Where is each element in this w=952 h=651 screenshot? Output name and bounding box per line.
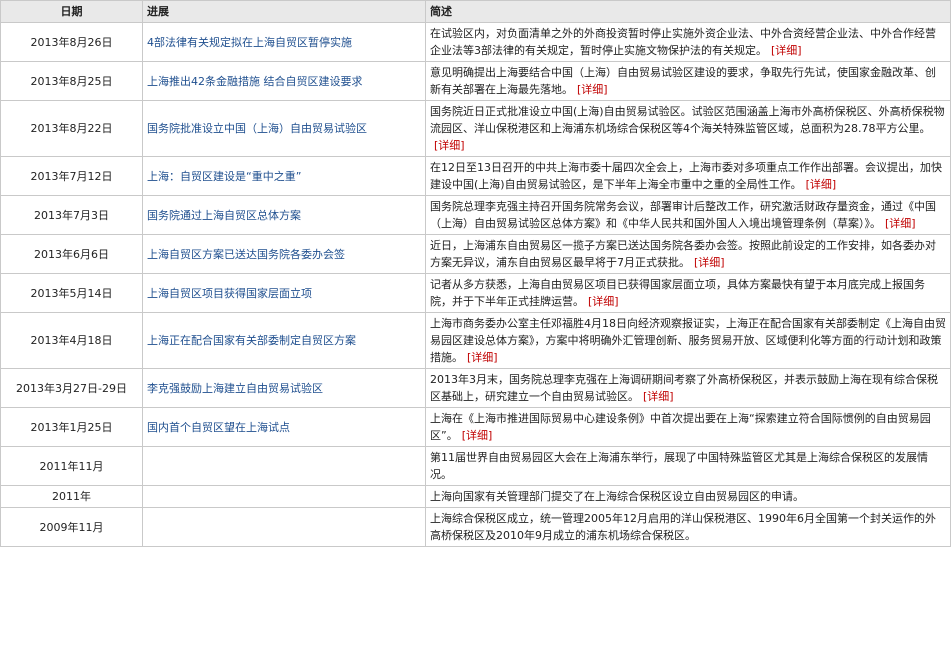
row-date: 2013年7月12日 bbox=[0, 156, 143, 196]
table-header: 日期 进展 简述 bbox=[0, 0, 951, 23]
table-row: 2011年11月 第11届世界自由贸易园区大会在上海浦东举行，展现了中国特殊监管区… bbox=[0, 446, 951, 486]
row-progress-cell: 上海正在配合国家有关部委制定自贸区方案 bbox=[142, 312, 426, 369]
row-summary-cell: 上海综合保税区成立，统一管理2005年12月启用的洋山保税港区、1990年6月全… bbox=[425, 507, 951, 547]
row-summary: 在试验区内，对负面清单之外的外商投资暂时停止实施外资企业法、中外合资经营企业法、… bbox=[430, 27, 936, 57]
row-progress-cell: 国内首个自贸区望在上海试点 bbox=[142, 407, 426, 447]
detail-link[interactable]: [详细] bbox=[577, 83, 608, 96]
row-summary-cell: 2013年3月末，国务院总理李克强在上海调研期间考察了外高桥保税区，并表示鼓励上… bbox=[425, 368, 951, 408]
row-summary-cell: 国务院近日正式批准设立中国(上海)自由贸易试验区。试验区范围涵盖上海市外高桥保税… bbox=[425, 100, 951, 157]
row-progress-link[interactable]: 上海：自贸区建设是“重中之重” bbox=[147, 170, 301, 183]
table-row: 2013年4月18日 上海正在配合国家有关部委制定自贸区方案 上海市商务委办公室主任… bbox=[0, 312, 951, 369]
row-summary: 记者从多方获悉，上海自由贸易区项目已获得国家层面立项，具体方案最快有望于本月底完… bbox=[430, 278, 925, 308]
table-row: 2013年6月6日 上海自贸区方案已送达国务院各委办会签 近日，上海浦东自由贸易区一… bbox=[0, 234, 951, 274]
row-progress-cell bbox=[142, 446, 426, 486]
header-date: 日期 bbox=[0, 0, 143, 23]
row-progress-link[interactable]: 上海正在配合国家有关部委制定自贸区方案 bbox=[147, 334, 356, 347]
header-row: 日期 进展 简述 bbox=[0, 0, 951, 23]
row-summary: 第11届世界自由贸易园区大会在上海浦东举行，展现了中国特殊监管区尤其是上海综合保… bbox=[430, 451, 928, 481]
row-summary-cell: 在12日至13日召开的中共上海市委十届四次全会上，上海市委对多项重点工作作出部署… bbox=[425, 156, 951, 196]
detail-link[interactable]: [详细] bbox=[467, 351, 498, 364]
table-row: 2013年8月22日 国务院批准设立中国（上海）自由贸易试验区 国务院近日正式批准设… bbox=[0, 100, 951, 157]
row-date: 2013年3月27日-29日 bbox=[0, 368, 143, 408]
table-row: 2013年5月14日 上海自贸区项目获得国家层面立项 记者从多方获悉，上海自由贸易区… bbox=[0, 273, 951, 313]
row-summary: 近日，上海浦东自由贸易区一揽子方案已送达国务院各委办会签。按照此前设定的工作安排… bbox=[430, 239, 936, 269]
table-row: 2013年8月26日 4部法律有关规定拟在上海自贸区暂停实施 在试验区内，对负面清单… bbox=[0, 22, 951, 62]
row-summary: 上海在《上海市推进国际贸易中心建设条例》中首次提出要在上海“探索建立符合国际惯例… bbox=[430, 412, 931, 442]
row-date: 2013年8月25日 bbox=[0, 61, 143, 101]
row-summary: 上海市商务委办公室主任邓福胜4月18日向经济观察报证实，上海正在配合国家有关部委… bbox=[430, 317, 946, 364]
table-row: 2013年3月27日-29日 李克强鼓励上海建立自由贸易试验区 2013年3月末，国… bbox=[0, 368, 951, 408]
row-summary-cell: 上海在《上海市推进国际贸易中心建设条例》中首次提出要在上海“探索建立符合国际惯例… bbox=[425, 407, 951, 447]
row-summary-cell: 国务院总理李克强主持召开国务院常务会议，部署审计后整改工作，研究激活财政存量资金… bbox=[425, 195, 951, 235]
row-progress-link[interactable]: 国务院批准设立中国（上海）自由贸易试验区 bbox=[147, 122, 367, 135]
row-summary-cell: 意见明确提出上海要结合中国（上海）自由贸易试验区建设的要求，争取先行先试，使国家… bbox=[425, 61, 951, 101]
detail-link[interactable]: [详细] bbox=[588, 295, 619, 308]
row-progress-cell: 上海自贸区项目获得国家层面立项 bbox=[142, 273, 426, 313]
row-progress-cell: 上海自贸区方案已送达国务院各委办会签 bbox=[142, 234, 426, 274]
table-row: 2013年1月25日 国内首个自贸区望在上海试点 上海在《上海市推进国际贸易中心建设… bbox=[0, 407, 951, 447]
row-date: 2013年4月18日 bbox=[0, 312, 143, 369]
row-date: 2011年 bbox=[0, 485, 143, 508]
row-date: 2013年8月26日 bbox=[0, 22, 143, 62]
row-progress-link[interactable]: 上海推出42条金融措施 结合自贸区建设要求 bbox=[147, 75, 363, 88]
row-progress-cell: 国务院批准设立中国（上海）自由贸易试验区 bbox=[142, 100, 426, 157]
row-summary-cell: 记者从多方获悉，上海自由贸易区项目已获得国家层面立项，具体方案最快有望于本月底完… bbox=[425, 273, 951, 313]
table-body: 2013年8月26日 4部法律有关规定拟在上海自贸区暂停实施 在试验区内，对负面清单… bbox=[0, 22, 951, 547]
row-summary-cell: 在试验区内，对负面清单之外的外商投资暂时停止实施外资企业法、中外合资经营企业法、… bbox=[425, 22, 951, 62]
row-date: 2013年8月22日 bbox=[0, 100, 143, 157]
row-progress-cell: 4部法律有关规定拟在上海自贸区暂停实施 bbox=[142, 22, 426, 62]
row-summary: 上海综合保税区成立，统一管理2005年12月启用的洋山保税港区、1990年6月全… bbox=[430, 512, 936, 542]
row-summary: 意见明确提出上海要结合中国（上海）自由贸易试验区建设的要求，争取先行先试，使国家… bbox=[430, 66, 936, 96]
row-date: 2011年11月 bbox=[0, 446, 143, 486]
row-progress-cell bbox=[142, 485, 426, 508]
row-progress-link[interactable]: 4部法律有关规定拟在上海自贸区暂停实施 bbox=[147, 36, 352, 49]
detail-link[interactable]: [详细] bbox=[643, 390, 674, 403]
row-progress-cell: 上海推出42条金融措施 结合自贸区建设要求 bbox=[142, 61, 426, 101]
row-summary: 国务院总理李克强主持召开国务院常务会议，部署审计后整改工作，研究激活财政存量资金… bbox=[430, 200, 936, 230]
row-progress-cell: 上海：自贸区建设是“重中之重” bbox=[142, 156, 426, 196]
table-row: 2013年7月3日 国务院通过上海自贸区总体方案 国务院总理李克强主持召开国务院常务… bbox=[0, 195, 951, 235]
table-row: 2013年8月25日 上海推出42条金融措施 结合自贸区建设要求 意见明确提出上海要… bbox=[0, 61, 951, 101]
row-date: 2013年1月25日 bbox=[0, 407, 143, 447]
row-summary-cell: 上海市商务委办公室主任邓福胜4月18日向经济观察报证实，上海正在配合国家有关部委… bbox=[425, 312, 951, 369]
row-progress-cell: 国务院通过上海自贸区总体方案 bbox=[142, 195, 426, 235]
header-progress: 进展 bbox=[142, 0, 426, 23]
row-progress-cell: 李克强鼓励上海建立自由贸易试验区 bbox=[142, 368, 426, 408]
row-summary-cell: 上海向国家有关管理部门提交了在上海综合保税区设立自由贸易园区的申请。 bbox=[425, 485, 951, 508]
detail-link[interactable]: [详细] bbox=[885, 217, 916, 230]
row-progress-link[interactable]: 国务院通过上海自贸区总体方案 bbox=[147, 209, 301, 222]
row-progress-cell bbox=[142, 507, 426, 547]
detail-link[interactable]: [详细] bbox=[806, 178, 837, 191]
row-progress-link[interactable]: 国内首个自贸区望在上海试点 bbox=[147, 421, 290, 434]
row-progress-link[interactable]: 上海自贸区方案已送达国务院各委办会签 bbox=[147, 248, 345, 261]
detail-link[interactable]: [详细] bbox=[434, 139, 465, 152]
row-date: 2013年6月6日 bbox=[0, 234, 143, 274]
detail-link[interactable]: [详细] bbox=[771, 44, 802, 57]
row-progress-link[interactable]: 上海自贸区项目获得国家层面立项 bbox=[147, 287, 312, 300]
header-summary: 简述 bbox=[425, 0, 951, 23]
row-date: 2009年11月 bbox=[0, 507, 143, 547]
detail-link[interactable]: [详细] bbox=[694, 256, 725, 269]
row-summary: 上海向国家有关管理部门提交了在上海综合保税区设立自由贸易园区的申请。 bbox=[430, 490, 804, 503]
detail-link[interactable]: [详细] bbox=[462, 429, 493, 442]
row-summary-cell: 近日，上海浦东自由贸易区一揽子方案已送达国务院各委办会签。按照此前设定的工作安排… bbox=[425, 234, 951, 274]
row-summary: 国务院近日正式批准设立中国(上海)自由贸易试验区。试验区范围涵盖上海市外高桥保税… bbox=[430, 105, 945, 135]
table-row: 2011年 上海向国家有关管理部门提交了在上海综合保税区设立自由贸易园区的申请。 bbox=[0, 485, 951, 508]
row-summary-cell: 第11届世界自由贸易园区大会在上海浦东举行，展现了中国特殊监管区尤其是上海综合保… bbox=[425, 446, 951, 486]
timeline-table: 日期 进展 简述 2013年8月26日 4部法律有关规定拟在上海自贸区暂停实施 在试… bbox=[0, 0, 951, 547]
row-summary: 在12日至13日召开的中共上海市委十届四次全会上，上海市委对多项重点工作作出部署… bbox=[430, 161, 942, 191]
table-row: 2009年11月 上海综合保税区成立，统一管理2005年12月启用的洋山保税港区、… bbox=[0, 507, 951, 547]
row-progress-link[interactable]: 李克强鼓励上海建立自由贸易试验区 bbox=[147, 382, 323, 395]
table-row: 2013年7月12日 上海：自贸区建设是“重中之重” 在12日至13日召开的中共上海… bbox=[0, 156, 951, 196]
row-date: 2013年7月3日 bbox=[0, 195, 143, 235]
row-date: 2013年5月14日 bbox=[0, 273, 143, 313]
row-summary: 2013年3月末，国务院总理李克强在上海调研期间考察了外高桥保税区，并表示鼓励上… bbox=[430, 373, 938, 403]
